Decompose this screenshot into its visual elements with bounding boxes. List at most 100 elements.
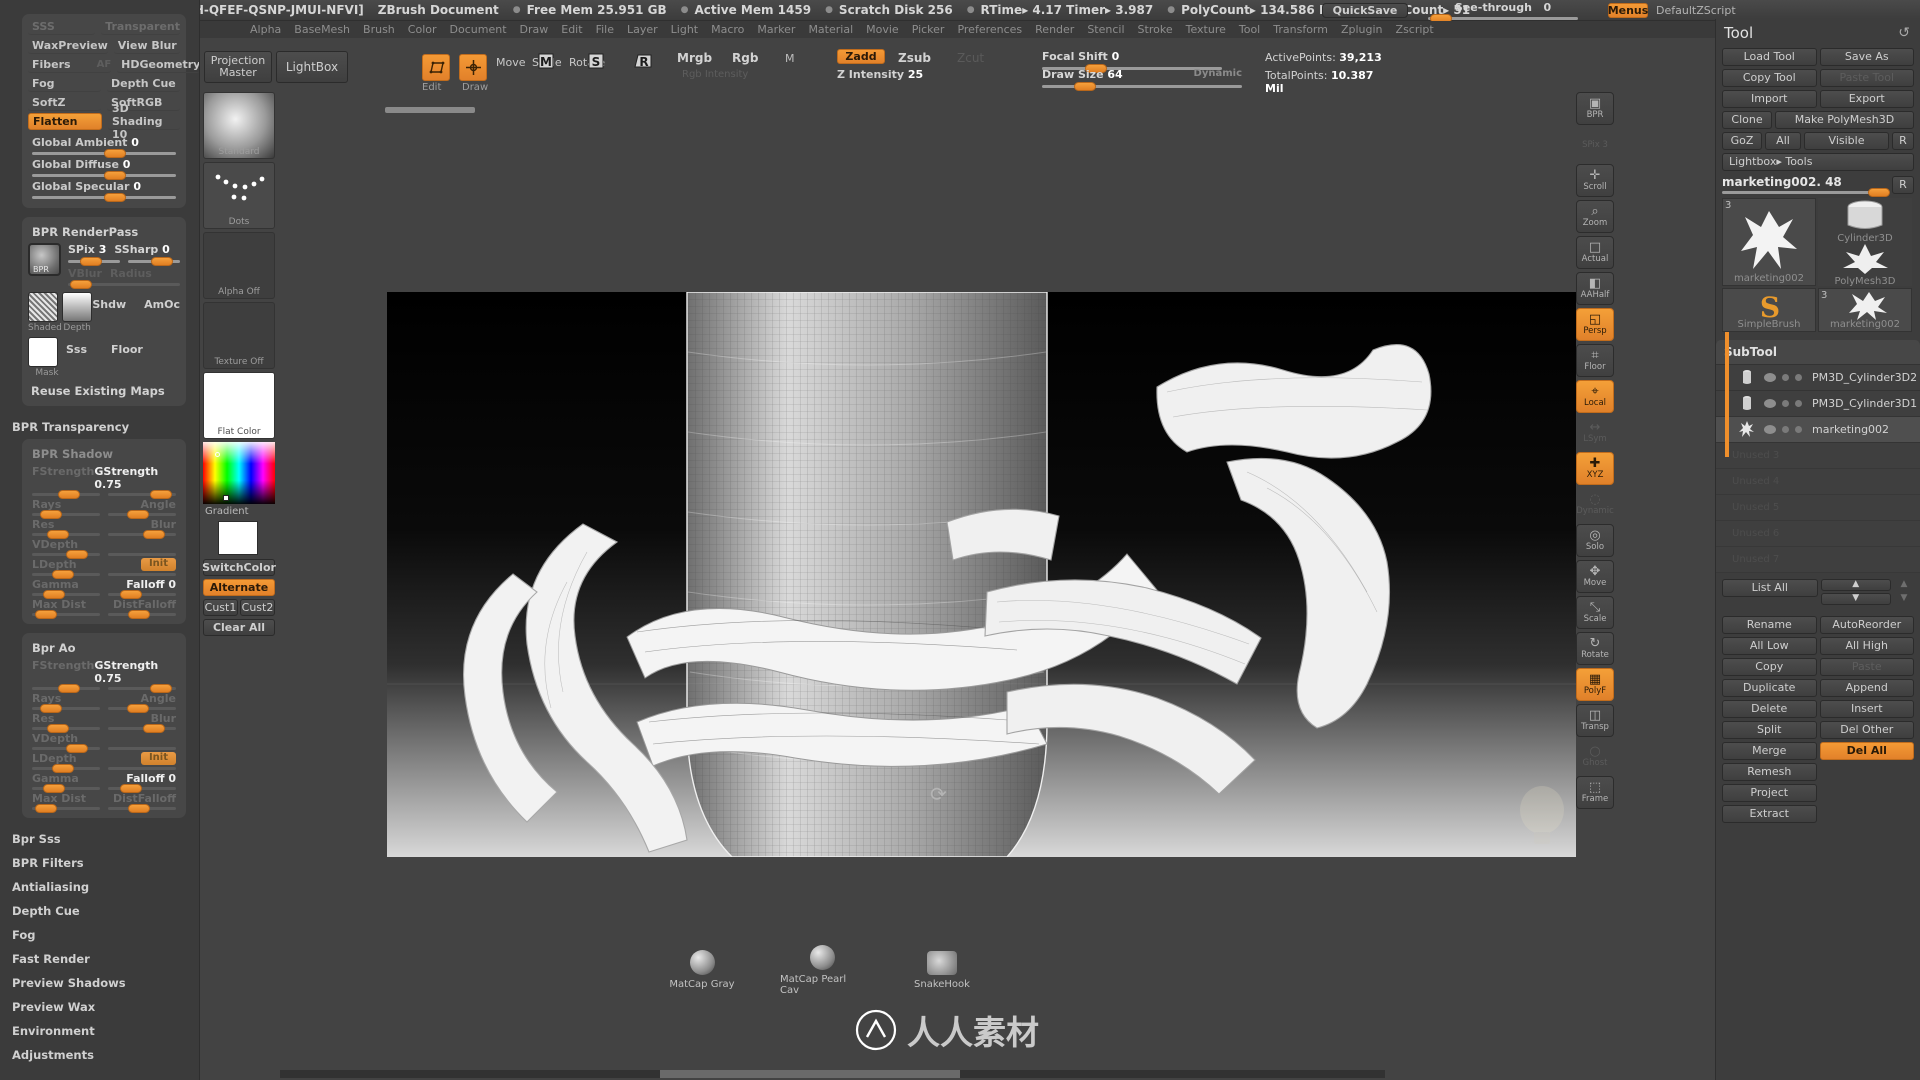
slider-track[interactable] bbox=[108, 684, 176, 693]
material-item-0[interactable]: MatCap Gray bbox=[660, 950, 744, 990]
slider-track[interactable] bbox=[32, 530, 100, 539]
slider-row-res[interactable]: Res Blur bbox=[28, 518, 180, 539]
shelf-button-local[interactable]: ⌖ Local bbox=[1576, 380, 1614, 413]
menu-item-stencil[interactable]: Stencil bbox=[1087, 23, 1124, 36]
section-fog[interactable]: Fog bbox=[0, 923, 199, 947]
slider-knob[interactable] bbox=[66, 744, 88, 753]
section-depth-cue[interactable]: Depth Cue bbox=[0, 899, 199, 923]
section-antialiasing[interactable]: Antialiasing bbox=[0, 875, 199, 899]
toggle-hdgeometry[interactable]: HDGeometry bbox=[117, 56, 199, 73]
load-tool-button[interactable]: Load Tool bbox=[1722, 48, 1817, 66]
reuse-existing-maps-button[interactable]: Reuse Existing Maps bbox=[28, 384, 180, 398]
section-bpr-filters[interactable]: BPR Filters bbox=[0, 851, 199, 875]
alternate-button[interactable]: Alternate bbox=[203, 579, 275, 596]
slider-row-fstrength[interactable]: FStrength GStrength 0.75 bbox=[28, 465, 180, 499]
shelf-button-transp[interactable]: ◫ Transp bbox=[1576, 704, 1614, 737]
rgb-r-button[interactable]: R bbox=[632, 51, 654, 75]
merge-button[interactable]: Merge bbox=[1722, 742, 1817, 760]
menu-item-preferences[interactable]: Preferences bbox=[957, 23, 1022, 36]
zsub-button[interactable]: Zsub bbox=[898, 51, 931, 65]
subtool-dot-icon[interactable] bbox=[1795, 400, 1802, 407]
slider-row-ldepth[interactable]: LDepth Init bbox=[28, 752, 180, 773]
current-brush-slot[interactable]: Standard bbox=[203, 92, 275, 159]
see-through-track[interactable] bbox=[1428, 14, 1578, 23]
slider-track[interactable] bbox=[108, 747, 176, 750]
subtool-row-marketing002[interactable]: marketing002 bbox=[1716, 417, 1920, 443]
section-bpr-transparency[interactable]: BPR Transparency bbox=[0, 415, 199, 439]
del-all-button[interactable]: Del All bbox=[1819, 742, 1914, 760]
draw-size-track[interactable] bbox=[1042, 82, 1242, 91]
menu-item-macro[interactable]: Macro bbox=[711, 23, 744, 36]
bpr-thumbnail[interactable]: BPR bbox=[28, 243, 61, 276]
slider-track[interactable] bbox=[108, 510, 176, 519]
shelf-button-frame[interactable]: ⬚ Frame bbox=[1576, 776, 1614, 809]
tool-thumb-polymesh3d[interactable]: PolyMesh3D bbox=[1818, 242, 1912, 286]
reset-icon[interactable]: ↺ bbox=[1898, 25, 1920, 41]
slider-track[interactable] bbox=[108, 573, 176, 576]
shelf-button-actual[interactable]: □ Actual bbox=[1576, 236, 1614, 269]
edit-mode-button[interactable] bbox=[422, 54, 450, 81]
mask-thumbnail[interactable] bbox=[28, 337, 58, 367]
zcut-button[interactable]: Zcut bbox=[957, 51, 984, 65]
toggle-fog[interactable]: Fog bbox=[28, 75, 101, 92]
spix-knob[interactable] bbox=[80, 257, 103, 266]
shelf-button-scroll[interactable]: ✛ Scroll bbox=[1576, 164, 1614, 197]
menu-item-edit[interactable]: Edit bbox=[561, 23, 582, 36]
slider-knob[interactable] bbox=[66, 550, 88, 559]
section-preview-shadows[interactable]: Preview Shadows bbox=[0, 971, 199, 995]
slider-row-rays[interactable]: Rays Angle bbox=[28, 498, 180, 519]
draw-mode-button[interactable] bbox=[459, 54, 487, 81]
clearall-button[interactable]: Clear All bbox=[203, 619, 275, 636]
menu-item-marker[interactable]: Marker bbox=[757, 23, 795, 36]
slider-track[interactable] bbox=[108, 610, 176, 619]
toggle-fibers[interactable]: Fibers AF bbox=[28, 56, 112, 73]
slider-knob[interactable] bbox=[120, 784, 143, 793]
tool-name-knob[interactable] bbox=[1868, 188, 1891, 197]
goz-r-button[interactable]: R bbox=[1892, 132, 1914, 150]
remesh-button[interactable]: Remesh bbox=[1722, 763, 1817, 781]
stencil-s-button[interactable]: S bbox=[586, 51, 606, 75]
lightbox-tools-button[interactable]: Lightbox▸ Tools bbox=[1722, 153, 1914, 171]
toggle-waxpreview[interactable]: WaxPreview bbox=[28, 37, 108, 54]
toggle-floor-pass[interactable]: Floor bbox=[111, 343, 143, 356]
vblur-knob[interactable] bbox=[70, 280, 93, 289]
slider-track[interactable] bbox=[108, 704, 176, 713]
draw-size-knob[interactable] bbox=[1074, 82, 1096, 91]
slider-knob[interactable] bbox=[127, 704, 150, 713]
shelf-button-floor[interactable]: ⌗ Floor bbox=[1576, 344, 1614, 377]
canvas-scroll-thumb[interactable] bbox=[660, 1070, 960, 1078]
shelf-button-bpr[interactable]: ▣ BPR bbox=[1576, 92, 1614, 125]
duplicate-button[interactable]: Duplicate bbox=[1722, 679, 1817, 697]
slider-track[interactable] bbox=[108, 784, 176, 793]
shelf-button-aahalf[interactable]: ◧ AAHalf bbox=[1576, 272, 1614, 305]
toggle-softz[interactable]: SoftZ bbox=[28, 94, 101, 111]
toggle-sss-pass[interactable]: Sss bbox=[66, 343, 87, 356]
flat-color-slot[interactable]: Flat Color bbox=[203, 372, 275, 439]
slider-row-res[interactable]: Res Blur bbox=[28, 712, 180, 733]
slider-knob[interactable] bbox=[150, 490, 173, 499]
delete-button[interactable]: Delete bbox=[1722, 700, 1817, 718]
rename-button[interactable]: Rename bbox=[1722, 616, 1817, 634]
current-stroke-slot[interactable]: Dots bbox=[203, 162, 275, 229]
move-button[interactable]: Move bbox=[496, 56, 526, 69]
ssharp-track[interactable] bbox=[128, 257, 180, 266]
m-button[interactable]: M bbox=[785, 52, 795, 65]
slider-knob[interactable] bbox=[42, 590, 65, 599]
section-adjustments[interactable]: Adjustments bbox=[0, 1043, 199, 1067]
menu-item-zscript[interactable]: Zscript bbox=[1396, 23, 1434, 36]
subtool-empty-slot[interactable]: Unused 7 bbox=[1716, 547, 1920, 573]
slider-knob[interactable] bbox=[46, 530, 69, 539]
slider-row-vdepth[interactable]: VDepth bbox=[28, 732, 180, 753]
slider-row-gamma[interactable]: Gamma Falloff 0 bbox=[28, 772, 180, 793]
gradient-label[interactable]: Gradient bbox=[203, 506, 278, 517]
toggle-flatten[interactable]: Flatten bbox=[28, 113, 102, 130]
see-through-slider[interactable]: See-through 0 bbox=[1428, 1, 1578, 23]
depth-thumbnail[interactable] bbox=[61, 292, 92, 322]
extract-button[interactable]: Extract bbox=[1722, 805, 1817, 823]
toggle-transparent[interactable]: Transparent bbox=[101, 18, 180, 35]
paste-tool-button[interactable]: Paste Tool bbox=[1819, 69, 1914, 87]
ssharp-knob[interactable] bbox=[150, 257, 173, 266]
all-low-button[interactable]: All Low bbox=[1722, 637, 1817, 655]
menu-item-tool[interactable]: Tool bbox=[1239, 23, 1260, 36]
subtool-move-up-button[interactable]: ▲ bbox=[1820, 579, 1891, 591]
